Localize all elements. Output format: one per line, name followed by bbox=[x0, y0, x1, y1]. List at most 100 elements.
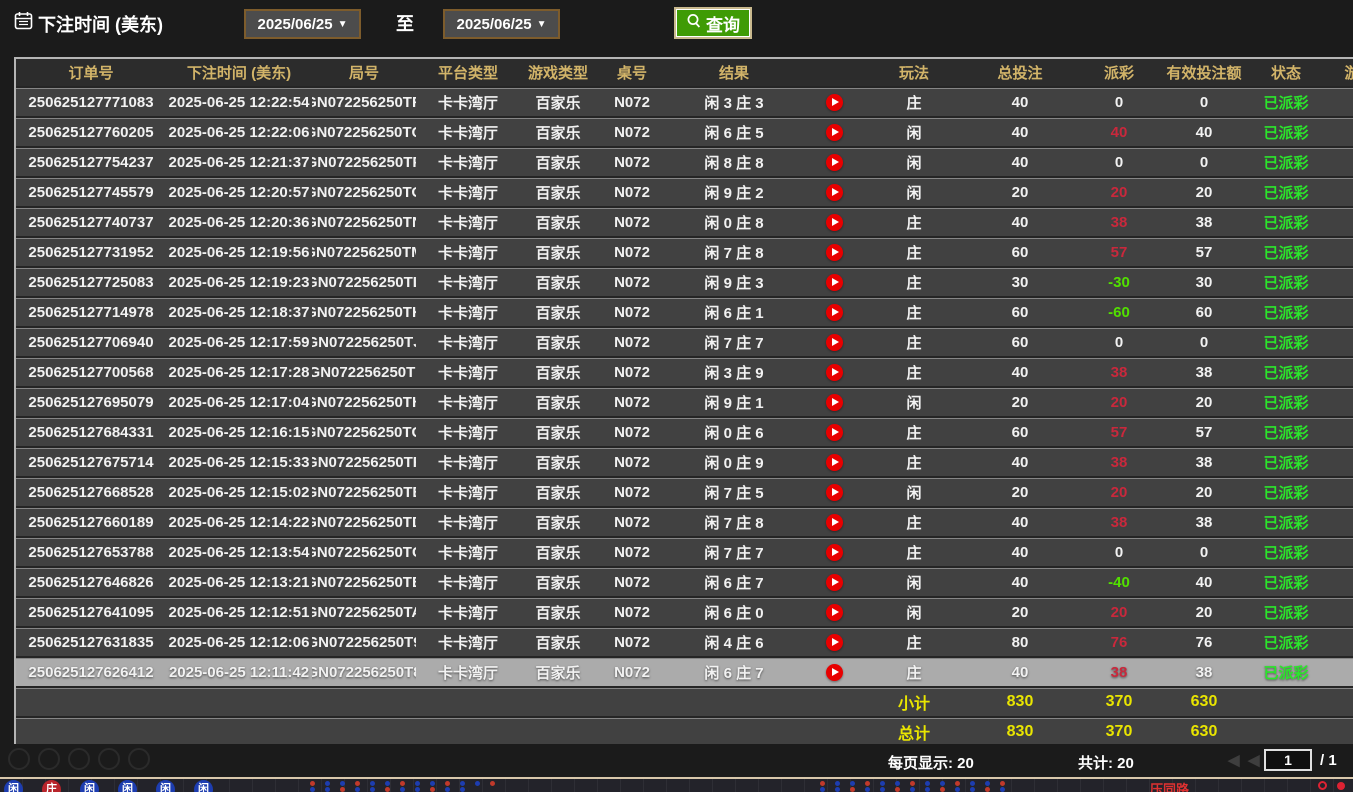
table-number: N072 bbox=[596, 208, 668, 236]
extra-cell bbox=[1322, 658, 1353, 686]
replay-play-icon[interactable] bbox=[826, 604, 843, 621]
replay-play-icon[interactable] bbox=[826, 94, 843, 111]
date-from-select[interactable]: 2025/06/25 ▼ bbox=[244, 9, 361, 39]
replay-cell bbox=[800, 118, 868, 146]
valid-bet: 20 bbox=[1158, 178, 1250, 206]
extra-cell bbox=[1322, 388, 1353, 416]
roadmap-dot bbox=[430, 787, 435, 792]
order-id: 250625127771083 bbox=[16, 88, 166, 116]
table-row[interactable]: 250625127760205 2025-06-25 12:22:06 GN07… bbox=[16, 116, 1353, 146]
valid-bet: 60 bbox=[1158, 298, 1250, 326]
replay-play-icon[interactable] bbox=[826, 394, 843, 411]
date-to-select[interactable]: 2025/06/25 ▼ bbox=[443, 9, 560, 39]
replay-play-icon[interactable] bbox=[826, 634, 843, 651]
platform-type: 卡卡湾厅 bbox=[416, 238, 520, 266]
table-row[interactable]: 250625127754237 2025-06-25 12:21:37 GN07… bbox=[16, 146, 1353, 176]
table-row[interactable]: 250625127631835 2025-06-25 12:12:06 GN07… bbox=[16, 626, 1353, 656]
replay-play-icon[interactable] bbox=[826, 274, 843, 291]
table-number: N072 bbox=[596, 328, 668, 356]
first-page-icon[interactable]: ◀ bbox=[1228, 751, 1240, 769]
replay-play-icon[interactable] bbox=[826, 574, 843, 591]
platform-type: 卡卡湾厅 bbox=[416, 538, 520, 566]
table-number: N072 bbox=[596, 178, 668, 206]
roadmap-dot bbox=[970, 787, 975, 792]
table-row[interactable]: 250625127695079 2025-06-25 12:17:04 GN07… bbox=[16, 386, 1353, 416]
table-row[interactable]: 250625127668528 2025-06-25 12:15:02 GN07… bbox=[16, 476, 1353, 506]
table-row[interactable]: 250625127740737 2025-06-25 12:20:36 GN07… bbox=[16, 206, 1353, 236]
total-bet: 60 bbox=[960, 298, 1080, 326]
round-id: GN072256250TO bbox=[312, 178, 416, 206]
filter-bar: 下注时间 (美东) 2025/06/25 ▼ 至 2025/06/25 ▼ 查询 bbox=[0, 0, 1353, 55]
previous-page-icon[interactable]: ◀ bbox=[1248, 751, 1260, 769]
replay-play-icon[interactable] bbox=[826, 334, 843, 351]
table-row[interactable]: 250625127646826 2025-06-25 12:13:21 GN07… bbox=[16, 566, 1353, 596]
replay-play-icon[interactable] bbox=[826, 124, 843, 141]
roadmap-dot bbox=[460, 781, 465, 786]
table-row[interactable]: 250625127626412 2025-06-25 12:11:42 GN07… bbox=[16, 656, 1353, 686]
table-row[interactable]: 250625127714978 2025-06-25 12:18:37 GN07… bbox=[16, 296, 1353, 326]
replay-play-icon[interactable] bbox=[826, 154, 843, 171]
table-row[interactable]: 250625127745579 2025-06-25 12:20:57 GN07… bbox=[16, 176, 1353, 206]
game-type: 百家乐 bbox=[520, 388, 596, 416]
table-number: N072 bbox=[596, 598, 668, 626]
table-number: N072 bbox=[596, 148, 668, 176]
order-id: 250625127660189 bbox=[16, 508, 166, 536]
subtotal-payout: 370 bbox=[1080, 688, 1158, 716]
replay-play-icon[interactable] bbox=[826, 304, 843, 321]
payout-amount: 57 bbox=[1080, 418, 1158, 446]
table-number: N072 bbox=[596, 508, 668, 536]
status-badge: 已派彩 bbox=[1250, 358, 1322, 386]
table-row[interactable]: 250625127706940 2025-06-25 12:17:59 GN07… bbox=[16, 326, 1353, 356]
bet-type: 庄 bbox=[868, 208, 960, 236]
table-row[interactable]: 250625127675714 2025-06-25 12:15:33 GN07… bbox=[16, 446, 1353, 476]
replay-play-icon[interactable] bbox=[826, 544, 843, 561]
roadmap-dot bbox=[385, 787, 390, 792]
game-result: 闲 9 庄 1 bbox=[668, 388, 800, 416]
extra-cell bbox=[1322, 208, 1353, 236]
replay-play-icon[interactable] bbox=[826, 184, 843, 201]
platform-type: 卡卡湾厅 bbox=[416, 448, 520, 476]
roadmap-marker-icon: 闲 bbox=[80, 780, 99, 792]
game-result: 闲 8 庄 8 bbox=[668, 148, 800, 176]
replay-play-icon[interactable] bbox=[826, 514, 843, 531]
bet-time: 2025-06-25 12:12:51 bbox=[166, 598, 312, 626]
replay-play-icon[interactable] bbox=[826, 214, 843, 231]
table-row[interactable]: 250625127700568 2025-06-25 12:17:28 GN07… bbox=[16, 356, 1353, 386]
replay-play-icon[interactable] bbox=[826, 484, 843, 501]
replay-play-icon[interactable] bbox=[826, 424, 843, 441]
total-bet: 40 bbox=[960, 118, 1080, 146]
roadmap-dot bbox=[340, 787, 345, 792]
status-badge: 已派彩 bbox=[1250, 658, 1322, 686]
table-row[interactable]: 250625127653788 2025-06-25 12:13:54 GN07… bbox=[16, 536, 1353, 566]
payout-amount: -60 bbox=[1080, 298, 1158, 326]
status-badge: 已派彩 bbox=[1250, 238, 1322, 266]
replay-play-icon[interactable] bbox=[826, 364, 843, 381]
replay-play-icon[interactable] bbox=[826, 454, 843, 471]
game-result: 闲 9 庄 2 bbox=[668, 178, 800, 206]
order-id: 250625127700568 bbox=[16, 358, 166, 386]
table-row[interactable]: 250625127771083 2025-06-25 12:22:54 GN07… bbox=[16, 86, 1353, 116]
column-header: 平台类型 bbox=[416, 59, 520, 86]
table-row[interactable]: 250625127641095 2025-06-25 12:12:51 GN07… bbox=[16, 596, 1353, 626]
extra-cell bbox=[1322, 418, 1353, 446]
replay-play-icon[interactable] bbox=[826, 664, 843, 681]
column-header: 下注时间 (美东) bbox=[166, 59, 312, 86]
table-row[interactable]: 250625127731952 2025-06-25 12:19:56 GN07… bbox=[16, 236, 1353, 266]
table-row[interactable]: 250625127684331 2025-06-25 12:16:15 GN07… bbox=[16, 416, 1353, 446]
extra-cell bbox=[1322, 328, 1353, 356]
table-row[interactable]: 250625127660189 2025-06-25 12:14:22 GN07… bbox=[16, 506, 1353, 536]
page-total-label: / 1 bbox=[1320, 752, 1337, 769]
replay-play-icon[interactable] bbox=[826, 244, 843, 261]
status-badge: 已派彩 bbox=[1250, 478, 1322, 506]
status-badge: 已派彩 bbox=[1250, 148, 1322, 176]
search-button[interactable]: 查询 bbox=[674, 7, 752, 39]
game-result: 闲 0 庄 6 bbox=[668, 418, 800, 446]
game-type: 百家乐 bbox=[520, 208, 596, 236]
roadmap-dot bbox=[310, 781, 315, 786]
game-result: 闲 6 庄 1 bbox=[668, 298, 800, 326]
game-type: 百家乐 bbox=[520, 178, 596, 206]
page-number-input[interactable] bbox=[1264, 749, 1312, 771]
bet-time: 2025-06-25 12:21:37 bbox=[166, 148, 312, 176]
valid-bet: 20 bbox=[1158, 598, 1250, 626]
table-row[interactable]: 250625127725083 2025-06-25 12:19:23 GN07… bbox=[16, 266, 1353, 296]
